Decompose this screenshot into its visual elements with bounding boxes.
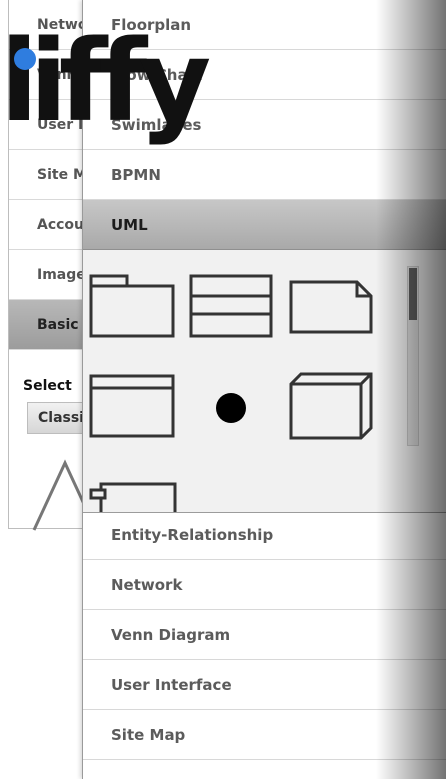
uml-shape-gallery — [83, 250, 446, 513]
menu-item-network[interactable]: Network — [83, 560, 446, 610]
menu-item-site-map[interactable]: Site Map — [83, 710, 446, 760]
package-shape-icon[interactable] — [89, 272, 177, 340]
logo-dot — [14, 48, 36, 70]
menu-item-user-interface[interactable]: User Interface — [83, 660, 446, 710]
menu-item-bpmn[interactable]: BPMN — [83, 150, 446, 200]
menu-item-uml[interactable]: UML — [83, 200, 446, 250]
menu-item-floorplan[interactable]: Floorplan — [83, 0, 446, 50]
menu-item-venn-diagram[interactable]: Venn Diagram — [83, 610, 446, 660]
interface-shape-icon[interactable] — [89, 374, 177, 440]
class-shape-icon[interactable] — [189, 274, 275, 340]
scrollbar-thumb[interactable] — [409, 268, 417, 320]
component-shape-icon[interactable] — [89, 480, 179, 513]
node-shape-icon[interactable] — [289, 372, 375, 442]
shape-gallery-scrollbar[interactable] — [407, 266, 419, 446]
menu-item-swimlanes[interactable]: Swimlanes — [83, 100, 446, 150]
menu-item-entity-relationship[interactable]: Entity-Relationship — [83, 510, 446, 560]
menu-item-flow-chart[interactable]: Flow Chart — [83, 50, 446, 100]
note-shape-icon[interactable] — [289, 280, 375, 336]
initial-state-shape-icon[interactable] — [213, 390, 253, 430]
shape-library-menu: Floorplan Flow Chart Swimlanes BPMN UML — [82, 0, 446, 779]
select-title: Select — [23, 378, 72, 394]
